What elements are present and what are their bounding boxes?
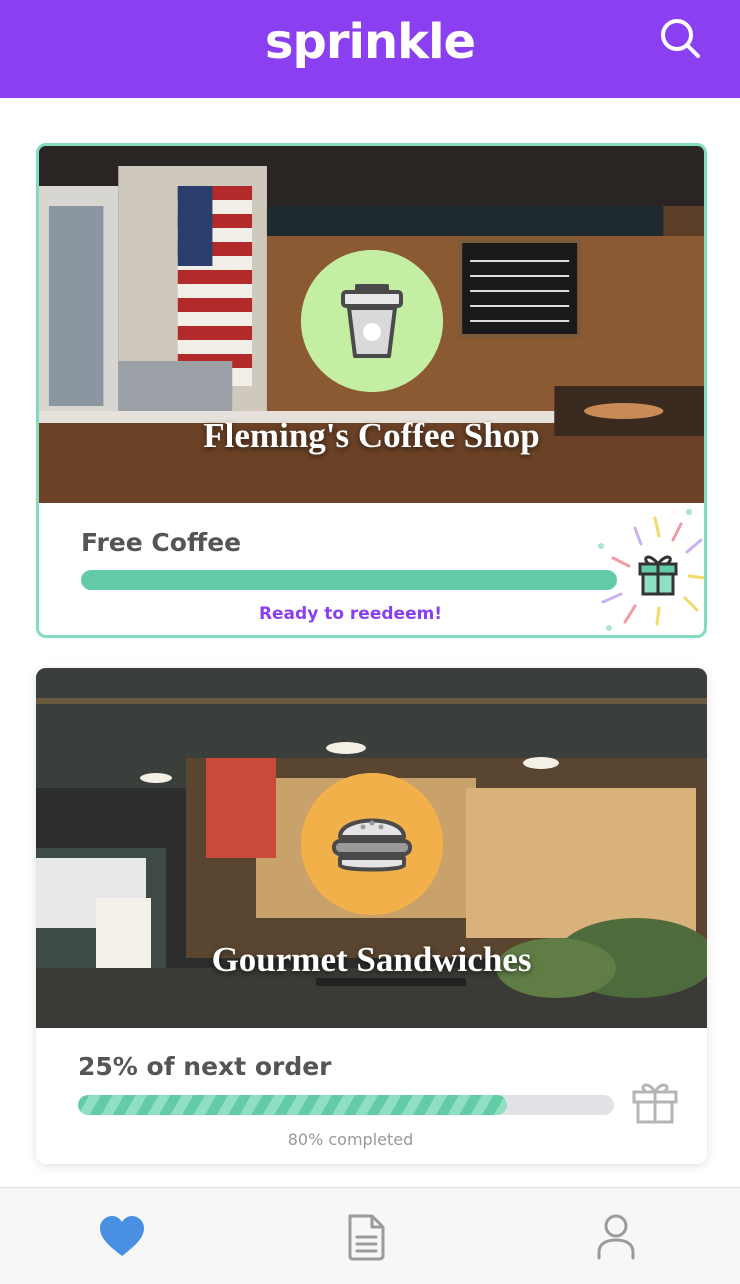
shop-badge <box>300 250 443 392</box>
user-icon <box>597 1214 635 1260</box>
progress-fill <box>78 1095 507 1115</box>
coffee-cup-icon <box>300 250 443 392</box>
sandwich-icon <box>300 773 443 915</box>
gift-outline-icon[interactable] <box>630 1076 680 1126</box>
progress-bar <box>81 570 617 590</box>
nav-orders[interactable] <box>341 1212 391 1262</box>
app-header: sprinkle <box>0 0 740 98</box>
reward-title: Free Coffee <box>81 528 242 557</box>
reward-title: 25% of next order <box>78 1052 332 1081</box>
shop-name: Gourmet Sandwiches <box>211 940 532 979</box>
bottom-navigation <box>0 1187 740 1284</box>
nav-profile[interactable] <box>591 1212 641 1262</box>
shop-photo: Fleming's Coffee Shop <box>39 146 704 503</box>
shop-name: Fleming's Coffee Shop <box>203 416 540 455</box>
shop-badge <box>300 773 443 915</box>
nav-favorites[interactable] <box>97 1212 147 1262</box>
reward-card[interactable]: Fleming's Coffee Shop Free Coffee Ready … <box>36 143 707 638</box>
search-button[interactable] <box>658 16 704 62</box>
shop-photo: Gourmet Sandwiches <box>36 668 707 1028</box>
gift-celebration-icon[interactable] <box>589 506 707 636</box>
heart-icon <box>100 1216 144 1256</box>
progress-bar <box>78 1095 614 1115</box>
status-text: Ready to reedeem! <box>258 604 443 624</box>
reward-card[interactable]: Gourmet Sandwiches 25% of next order 80%… <box>36 668 707 1164</box>
search-icon <box>661 19 700 58</box>
status-text: 80% completed <box>287 1130 414 1149</box>
document-icon <box>348 1214 385 1261</box>
app-logo: sprinkle <box>264 14 476 70</box>
